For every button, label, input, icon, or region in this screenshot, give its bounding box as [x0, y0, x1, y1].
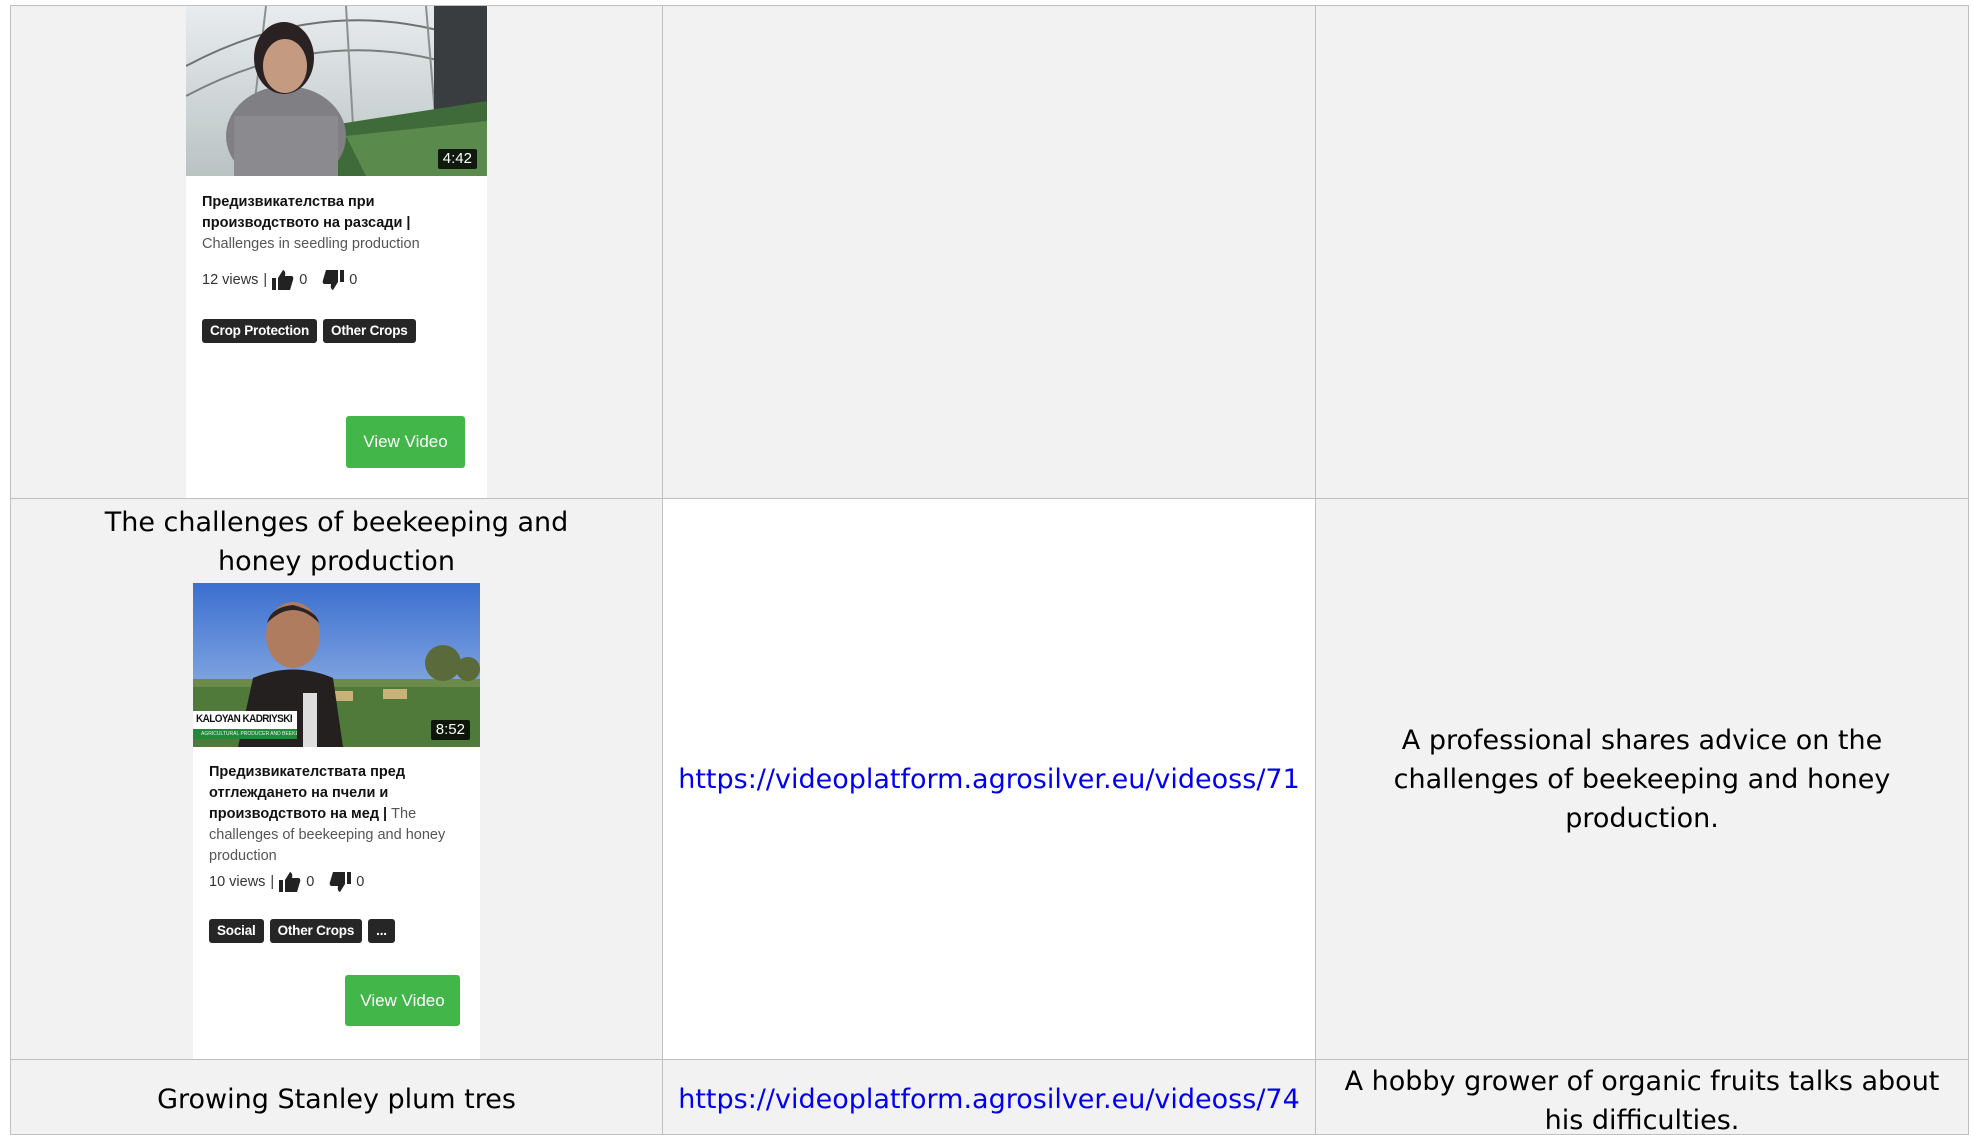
- tag-more[interactable]: ...: [368, 919, 395, 943]
- overlay-name: KALOYAN KADRIYSKI: [196, 713, 293, 725]
- video-title-bg: Предизвикателства при производството на …: [202, 194, 403, 231]
- name-overlay: KALOYAN KADRIYSKI AGRICULTURAL PRODUCER …: [193, 711, 297, 739]
- video-stats: 12 views | 0 0: [202, 270, 357, 290]
- video-description: A professional shares advice on the chal…: [1393, 724, 1891, 834]
- video-duration: 8:52: [430, 720, 470, 740]
- video-thumbnail[interactable]: 4:42: [186, 6, 487, 176]
- row-title: Growing Stanley plum tres: [157, 1084, 516, 1115]
- likes-count: 0: [299, 272, 308, 288]
- row3-description-cell: A hobby grower of organic fruits talks a…: [1316, 1060, 1969, 1135]
- tag-crop-protection[interactable]: Crop Protection: [202, 319, 318, 343]
- video-table: 4:42 Предизвикателства при производствот…: [10, 5, 1969, 1135]
- thumbs-down-icon[interactable]: [329, 872, 352, 892]
- video-card: 4:42 Предизвикателства при производствот…: [186, 6, 487, 498]
- row2-description-cell: A professional shares advice on the chal…: [1316, 499, 1969, 1060]
- row1-title-cell: 4:42 Предизвикателства при производствот…: [11, 6, 663, 499]
- thumbs-down-icon[interactable]: [322, 270, 345, 290]
- video-tags: Social Other Crops ...: [209, 919, 395, 943]
- video-link[interactable]: https://videoplatform.agrosilver.eu/vide…: [678, 1080, 1300, 1119]
- overlay-subtitle: AGRICULTURAL PRODUCER AND BEEKEEPER: [193, 729, 297, 739]
- video-card: KALOYAN KADRIYSKI AGRICULTURAL PRODUCER …: [193, 583, 480, 1059]
- views-count: 10 views: [209, 874, 266, 890]
- thumbs-up-icon[interactable]: [272, 270, 294, 290]
- video-title[interactable]: Предизвикателствата пред отглеждането на…: [209, 762, 466, 867]
- view-video-button[interactable]: View Video: [346, 416, 465, 468]
- video-tags: Crop Protection Other Crops: [202, 319, 416, 343]
- video-title-separator: |: [402, 215, 411, 231]
- tag-other-crops[interactable]: Other Crops: [323, 319, 416, 343]
- thumbs-up-icon[interactable]: [279, 872, 301, 892]
- view-video-button[interactable]: View Video: [345, 975, 460, 1026]
- video-title-en: Challenges in seedling production: [202, 236, 420, 252]
- tag-social[interactable]: Social: [209, 919, 264, 943]
- row1-description-cell: [1316, 6, 1969, 499]
- row3-link-cell: https://videoplatform.agrosilver.eu/vide…: [663, 1060, 1316, 1135]
- video-title[interactable]: Предизвикателства при производството на …: [202, 192, 473, 255]
- dislikes-count: 0: [356, 874, 365, 890]
- video-link[interactable]: https://videoplatform.agrosilver.eu/vide…: [678, 760, 1300, 799]
- stats-divider: |: [270, 874, 275, 890]
- video-title-separator: |: [379, 806, 392, 822]
- dislikes-count: 0: [349, 272, 358, 288]
- row3-title-cell: Growing Stanley plum tres: [11, 1060, 663, 1135]
- video-duration: 4:42: [437, 149, 477, 169]
- likes-count: 0: [306, 874, 315, 890]
- stats-divider: |: [263, 272, 268, 288]
- row2-title-cell: The challenges of beekeeping and honey p…: [11, 499, 663, 1060]
- row-title: The challenges of beekeeping and honey p…: [104, 507, 569, 577]
- video-description: A hobby grower of organic fruits talks a…: [1344, 1066, 1940, 1135]
- row2-link-cell: https://videoplatform.agrosilver.eu/vide…: [663, 499, 1316, 1060]
- video-thumbnail[interactable]: KALOYAN KADRIYSKI AGRICULTURAL PRODUCER …: [193, 583, 480, 747]
- video-title-bg: Предизвикателствата пред отглеждането на…: [209, 764, 406, 822]
- views-count: 12 views: [202, 272, 259, 288]
- row1-link-cell: [663, 6, 1316, 499]
- tag-other-crops[interactable]: Other Crops: [269, 919, 363, 943]
- video-stats: 10 views | 0 0: [209, 872, 364, 892]
